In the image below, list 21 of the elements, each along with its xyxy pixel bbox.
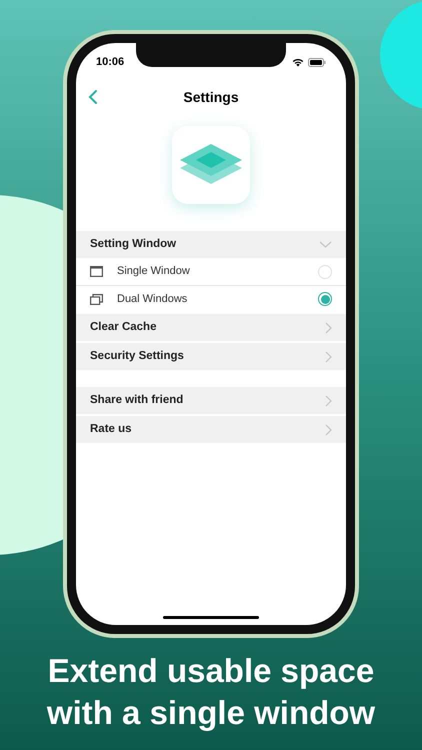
wifi-icon	[292, 58, 304, 66]
caption-line: Extend usable space	[48, 651, 374, 691]
radio-button[interactable]	[318, 292, 332, 306]
settings-row[interactable]: Security Settings	[76, 343, 346, 370]
chevron-right-icon	[325, 322, 332, 334]
screen-title: Settings	[183, 88, 239, 107]
chevron-down-icon	[319, 241, 332, 248]
chevron-left-icon	[88, 89, 98, 105]
chevron-right-icon	[325, 394, 332, 406]
chevron-right-icon	[325, 424, 332, 436]
caption-line: with a single window	[46, 693, 376, 733]
settings-row[interactable]: Rate us	[76, 416, 346, 443]
status-time: 10:06	[96, 54, 124, 70]
chevron-right-icon	[325, 350, 332, 362]
dual-window-icon	[90, 294, 103, 304]
settings-row[interactable]: Clear Cache	[76, 314, 346, 341]
settings-row[interactable]: Share with friend	[76, 387, 346, 414]
app-icon	[172, 126, 250, 204]
window-icon	[90, 266, 103, 277]
section-header[interactable]: Setting Window	[76, 231, 346, 258]
battery-icon	[308, 58, 326, 66]
